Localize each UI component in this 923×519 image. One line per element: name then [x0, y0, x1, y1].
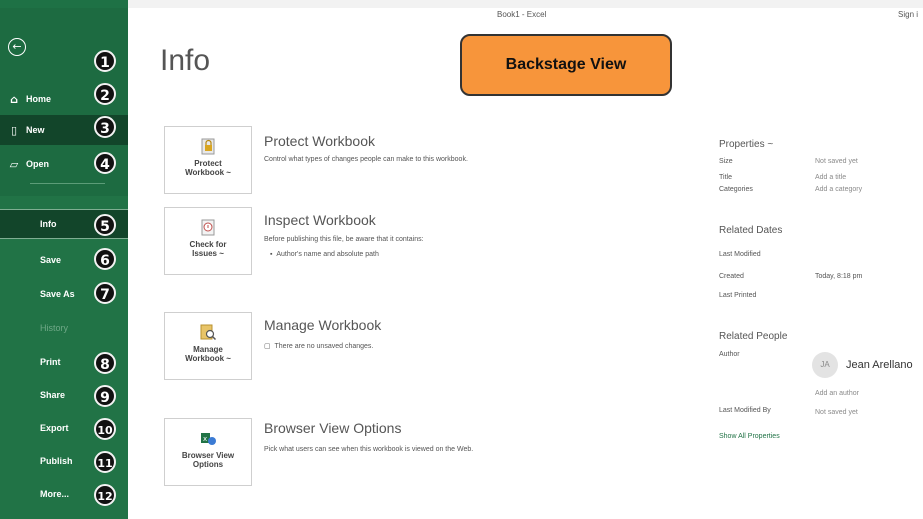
sidebar-item-label: Print: [40, 357, 61, 367]
number-badge: 3: [94, 116, 116, 138]
sidebar-item-label: Publish: [40, 456, 73, 466]
manage-workbook-icon: [200, 324, 217, 341]
check-for-issues-button[interactable]: Check for Issues ~: [164, 207, 252, 275]
section-description-text: There are no unsaved changes.: [274, 343, 374, 350]
section-title: Protect Workbook: [264, 133, 376, 149]
tile-label: Protect: [194, 159, 222, 168]
sidebar-item-label: Share: [40, 390, 66, 400]
number-badge: 12: [94, 484, 116, 506]
svg-text:x: x: [203, 435, 207, 443]
sidebar-item-label: New: [26, 125, 45, 135]
inspect-document-icon: [201, 219, 215, 236]
property-value: Not saved yet: [815, 158, 858, 165]
number-badge: 11: [94, 451, 116, 473]
tile-label: Manage: [193, 345, 223, 354]
property-label: Last Printed: [719, 292, 757, 299]
property-label: Title: [719, 174, 732, 181]
callout-label: Backstage View: [505, 56, 627, 73]
sidebar-divider: [30, 183, 105, 184]
window-title: Book1 - Excel: [497, 10, 547, 19]
section-title: Browser View Options: [264, 420, 402, 436]
property-value: Not saved yet: [815, 409, 858, 416]
bullet-text: Author's name and absolute path: [276, 251, 379, 258]
lock-document-icon: [201, 138, 215, 155]
tile-label: Workbook ~: [185, 168, 231, 177]
title-bar: [0, 0, 923, 8]
browser-view-icon: x: [201, 433, 216, 445]
properties-dropdown[interactable]: Properties ~: [719, 139, 773, 150]
section-bullet: ▪ Author's name and absolute path: [270, 251, 379, 258]
back-arrow-icon[interactable]: ←: [8, 38, 26, 56]
tile-label: Check for: [189, 240, 227, 249]
section-heading: Related Dates: [719, 225, 783, 236]
folder-open-icon: ▱: [9, 157, 19, 171]
sidebar-item-label: More...: [40, 489, 70, 499]
title-field[interactable]: Add a title: [815, 174, 846, 181]
tile-label: Issues ~: [192, 249, 224, 258]
number-badge: 5: [94, 214, 116, 236]
tile-label: Browser View: [181, 451, 235, 460]
backstage-view-callout: Backstage View: [460, 34, 672, 96]
page-title: Info: [160, 44, 211, 77]
property-label: Size: [719, 158, 733, 165]
number-badge: 4: [94, 152, 116, 174]
author-name: Jean Arellano: [846, 359, 913, 371]
home-icon: ⌂: [10, 92, 18, 106]
section-description: Before publishing this file, be aware th…: [264, 236, 424, 243]
section-heading: Related People: [719, 331, 788, 342]
protect-workbook-button[interactable]: Protect Workbook ~: [164, 126, 252, 194]
section-description: ▢ There are no unsaved changes.: [264, 343, 374, 350]
sidebar-item-history: History: [0, 313, 128, 343]
sidebar-item-label: History: [40, 323, 69, 333]
show-all-properties-link[interactable]: Show All Properties: [719, 433, 780, 440]
section-title: Inspect Workbook: [264, 212, 376, 228]
new-document-icon: ▯: [10, 123, 18, 137]
sidebar-item-label: Home: [26, 94, 52, 104]
sidebar-item-label: Export: [40, 423, 69, 433]
property-label: Author: [719, 351, 740, 358]
sidebar-item-label: Save As: [40, 289, 75, 299]
avatar: JA: [812, 352, 838, 378]
property-label: Last Modified: [719, 251, 761, 258]
number-badge: 7: [94, 282, 116, 304]
sidebar-item-label: Open: [26, 159, 50, 169]
tile-label: Options: [192, 460, 224, 469]
categories-field[interactable]: Add a category: [815, 186, 862, 193]
sidebar-item-label: Save: [40, 255, 62, 265]
add-author-field[interactable]: Add an author: [815, 390, 859, 397]
property-label: Categories: [719, 186, 753, 193]
browser-view-options-button[interactable]: x Browser View Options: [164, 418, 252, 486]
title-bar-green: [0, 0, 128, 8]
tile-label: Workbook ~: [185, 354, 231, 363]
section-description: Pick what users can see when this workbo…: [264, 446, 474, 453]
number-badge: 9: [94, 385, 116, 407]
number-badge: 2: [94, 83, 116, 105]
number-badge: 6: [94, 248, 116, 270]
number-badge: 10: [94, 418, 116, 440]
number-badge: 8: [94, 352, 116, 374]
section-description: Control what types of changes people can…: [264, 156, 468, 163]
property-value: Today, 8:18 pm: [815, 273, 863, 280]
manage-workbook-button[interactable]: Manage Workbook ~: [164, 312, 252, 380]
number-badge: 1: [94, 50, 116, 72]
sidebar-item-label: Info: [40, 219, 57, 229]
sign-in-link[interactable]: Sign i: [898, 10, 918, 19]
property-label: Created: [719, 273, 744, 280]
section-title: Manage Workbook: [264, 317, 382, 333]
property-label: Last Modified By: [719, 407, 771, 414]
